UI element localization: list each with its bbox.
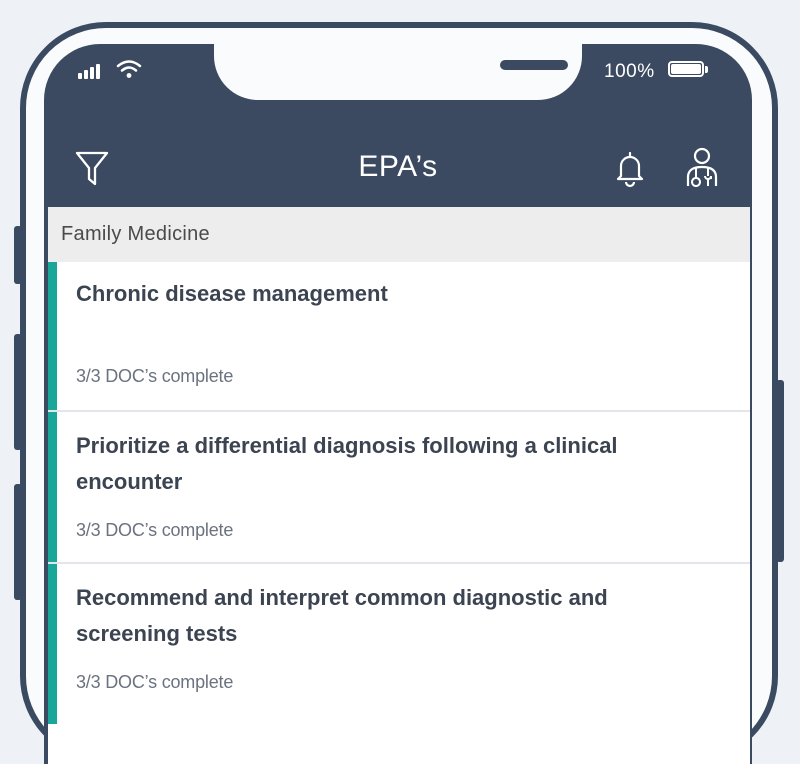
- notch: [214, 44, 640, 100]
- battery-icon: [668, 61, 710, 79]
- epa-item-status: 3/3 DOC’s complete: [76, 672, 234, 692]
- item-accent-bar: [48, 262, 57, 410]
- epa-item-title: Prioritize a differential diagnosis foll…: [76, 433, 618, 494]
- phone-side-button-silent: [14, 226, 22, 284]
- bell-icon[interactable]: [610, 148, 650, 188]
- epa-list: Family Medicine Chronic disease manageme…: [48, 207, 750, 764]
- phone-side-button-volume-down: [14, 484, 22, 600]
- epa-item-title: Recommend and interpret common diagnosti…: [76, 585, 608, 646]
- phone-screen: 100% EPA’s Family Medicine Chronic disea…: [44, 44, 752, 764]
- epa-item-chronic-disease[interactable]: Chronic disease management 3/3 DOC’s com…: [48, 262, 750, 412]
- speaker-grille: [500, 60, 568, 70]
- doctor-profile-icon[interactable]: [680, 146, 724, 190]
- epa-item-differential-diagnosis[interactable]: Prioritize a differential diagnosis foll…: [48, 412, 750, 564]
- item-accent-bar: [48, 412, 57, 562]
- epa-item-diagnostic-tests[interactable]: Recommend and interpret common diagnosti…: [48, 564, 750, 724]
- phone-side-button-power: [776, 380, 784, 562]
- section-header-family-medicine: Family Medicine: [48, 207, 750, 262]
- battery-percent: 100%: [604, 61, 655, 82]
- phone-side-button-volume-up: [14, 334, 22, 450]
- epa-item-title: Chronic disease management: [76, 281, 388, 306]
- wifi-icon: [116, 60, 142, 78]
- item-accent-bar: [48, 564, 57, 724]
- app-header: EPA’s: [44, 140, 752, 208]
- epa-item-status: 3/3 DOC’s complete: [76, 520, 234, 540]
- signal-bars-icon: [78, 64, 100, 79]
- epa-item-status: 3/3 DOC’s complete: [76, 366, 234, 386]
